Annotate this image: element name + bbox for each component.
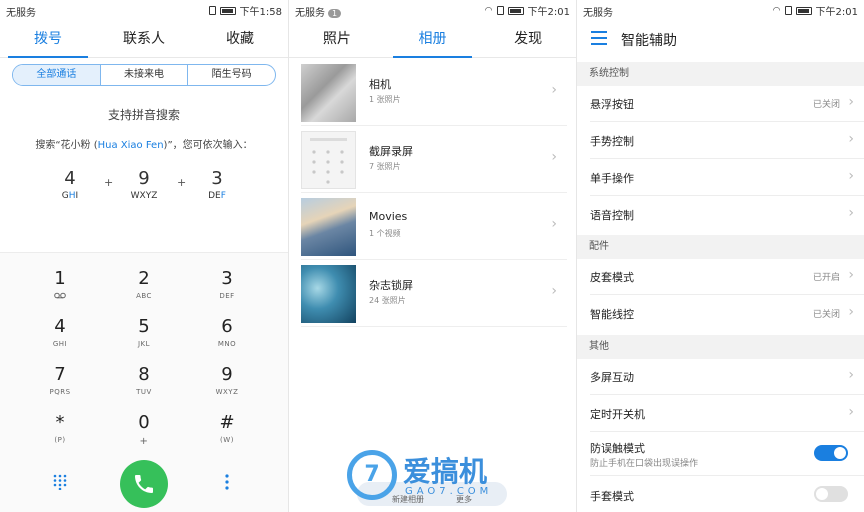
glove-mode-toggle[interactable]: [814, 486, 848, 502]
key-4[interactable]: 4 GHI: [20, 316, 100, 358]
carrier-label: 无服务: [583, 8, 613, 19]
status-bar: 无服务 ◠ 下午2:01: [577, 0, 864, 20]
dialer-screen: 无服务 下午1:58 拨号 联系人 收藏 全部通话 未接来电 陌生号码 支持拼音…: [0, 0, 288, 512]
notification-badge: 1: [328, 9, 342, 18]
setting-voice-control[interactable]: 语音控制 ›: [577, 196, 864, 233]
gallery-screen: 无服务 1 ◠ 下午2:01 照片 相册 发现 相机 1 张照片 › 截屏录屏 7…: [288, 0, 576, 512]
album-thumbnail: [301, 131, 356, 189]
sequence-digit: 9 WXYZ: [130, 168, 158, 201]
settings-header: 智能辅助: [577, 22, 864, 56]
chevron-right-icon: ›: [848, 168, 854, 184]
carrier-label: 无服务: [6, 8, 36, 19]
album-thumbnail: [301, 198, 356, 256]
setting-scheduled-power[interactable]: 定时开关机 ›: [577, 395, 864, 432]
watermark-logo: 7 爱搞机 GAO7.COM: [347, 448, 527, 504]
sim-icon: [784, 6, 792, 15]
status-bar: 无服务 1 ◠ 下午2:01: [289, 0, 576, 20]
wifi-icon: ◠: [484, 5, 493, 16]
chevron-right-icon: ›: [551, 216, 557, 232]
wifi-icon: ◠: [772, 5, 781, 16]
tab-dial[interactable]: 拨号: [0, 22, 96, 58]
plus-sign: +: [104, 176, 114, 189]
clock: 下午1:58: [239, 7, 282, 18]
setting-glove-mode: 手套模式: [577, 476, 864, 512]
setting-floating-button[interactable]: 悬浮按钮 已关闭 ›: [577, 85, 864, 122]
dialpad-toggle-icon[interactable]: [52, 474, 68, 491]
key-6[interactable]: 6 MNO: [187, 316, 267, 358]
key-star[interactable]: * (P): [20, 412, 100, 454]
filter-missed[interactable]: 未接来电: [101, 65, 189, 85]
sequence-digit: 3 DEF: [208, 168, 226, 201]
page-title: 智能辅助: [621, 33, 677, 49]
section-header-system-control: 系统控制: [577, 62, 864, 86]
call-button[interactable]: [120, 460, 168, 508]
pinyin-sequence: 4 GHI + 9 WXYZ + 3 DEF: [0, 168, 288, 208]
pocket-mode-toggle[interactable]: [814, 445, 848, 461]
chevron-right-icon: ›: [848, 367, 854, 383]
chevron-right-icon: ›: [848, 304, 854, 320]
key-8[interactable]: 8 TUV: [104, 364, 184, 406]
sequence-digit: 4 GHI: [61, 168, 79, 201]
album-screenshots[interactable]: 截屏录屏 7 张照片 ›: [301, 129, 567, 193]
menu-icon[interactable]: [591, 31, 607, 45]
setting-pocket-mode: 防误触模式 防止手机在口袋出现误操作: [577, 432, 864, 476]
album-thumbnail: [301, 64, 356, 122]
key-9[interactable]: 9 WXYZ: [187, 364, 267, 406]
chevron-right-icon: ›: [848, 131, 854, 147]
chevron-right-icon: ›: [551, 149, 557, 165]
album-thumbnail: [301, 265, 356, 323]
section-header-accessories: 配件: [577, 235, 864, 259]
key-1[interactable]: 1: [20, 268, 100, 310]
voicemail-icon: [20, 292, 100, 301]
key-0[interactable]: 0 +: [104, 412, 184, 454]
pinyin-hint: 搜索“花小粉 (Hua Xiao Fen)”，您可依次输入：: [35, 140, 253, 151]
key-hash[interactable]: # (W): [187, 412, 267, 454]
chevron-right-icon: ›: [848, 94, 854, 110]
clock: 下午2:01: [815, 7, 858, 18]
tab-favorites[interactable]: 收藏: [192, 22, 288, 57]
battery-icon: [219, 6, 236, 15]
phone-icon: [135, 475, 153, 493]
tab-discover[interactable]: 发现: [480, 22, 576, 57]
chevron-right-icon: ›: [848, 267, 854, 283]
pinyin-title: 支持拼音搜索: [107, 108, 180, 122]
chevron-right-icon: ›: [848, 205, 854, 221]
carrier-label: 无服务: [295, 8, 325, 19]
key-2[interactable]: 2 ABC: [104, 268, 184, 310]
album-camera[interactable]: 相机 1 张照片 ›: [301, 62, 567, 126]
filter-unknown[interactable]: 陌生号码: [188, 65, 275, 85]
section-header-other: 其他: [577, 335, 864, 359]
more-options-icon[interactable]: [222, 472, 232, 492]
status-bar: 无服务 下午1:58: [0, 0, 288, 20]
setting-smart-remote[interactable]: 智能线控 已关闭 ›: [577, 295, 864, 332]
key-5[interactable]: 5 JKL: [104, 316, 184, 358]
clock: 下午2:01: [527, 7, 570, 18]
key-3[interactable]: 3 DEF: [187, 268, 267, 310]
tab-contacts[interactable]: 联系人: [96, 22, 192, 57]
filter-all-calls[interactable]: 全部通话: [13, 65, 101, 85]
tab-albums[interactable]: 相册: [385, 22, 481, 58]
setting-cover-mode[interactable]: 皮套模式 已开启 ›: [577, 258, 864, 295]
tab-photos[interactable]: 照片: [289, 22, 385, 57]
dialer-tabs: 拨号 联系人 收藏: [0, 22, 288, 58]
plus-sign: +: [177, 176, 187, 189]
sim-icon: [496, 6, 504, 15]
gallery-tabs: 照片 相册 发现: [289, 22, 576, 58]
sim-icon: [208, 6, 216, 15]
album-magazine-lockscreen[interactable]: 杂志锁屏 24 张照片 ›: [301, 263, 567, 327]
chevron-right-icon: ›: [848, 404, 854, 420]
setting-one-hand-mode[interactable]: 单手操作 ›: [577, 159, 864, 196]
call-filter: 全部通话 未接来电 陌生号码: [12, 64, 276, 86]
battery-icon: [507, 6, 524, 15]
battery-icon: [795, 6, 812, 15]
setting-gesture-control[interactable]: 手势控制 ›: [577, 122, 864, 159]
album-movies[interactable]: Movies 1 个视频 ›: [301, 196, 567, 260]
smart-assist-screen: 无服务 ◠ 下午2:01 智能辅助 系统控制 悬浮按钮 已关闭 › 手势控制 ›…: [576, 0, 864, 512]
key-7[interactable]: 7 PQRS: [20, 364, 100, 406]
chevron-right-icon: ›: [551, 82, 557, 98]
setting-multi-screen[interactable]: 多屏互动 ›: [577, 358, 864, 395]
chevron-right-icon: ›: [551, 283, 557, 299]
